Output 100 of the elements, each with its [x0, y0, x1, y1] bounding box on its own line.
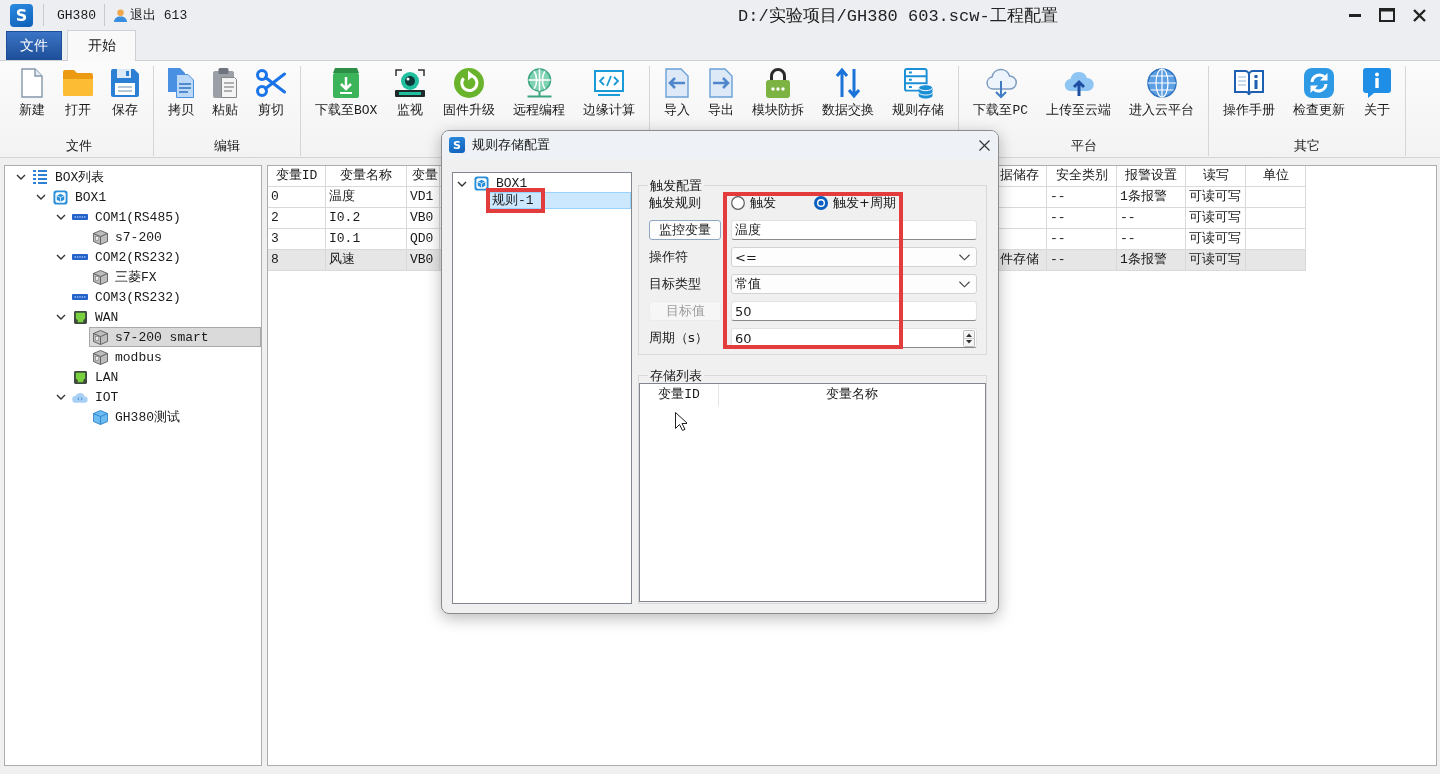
chevron-down-icon[interactable]	[56, 214, 66, 220]
spin-arrows-icon[interactable]	[963, 329, 975, 347]
column-header[interactable]: 变量名称	[719, 384, 985, 406]
tree-item[interactable]: 三菱FX	[89, 267, 162, 287]
chevron-down-icon[interactable]	[56, 254, 66, 260]
dropdown[interactable]: 常值	[731, 274, 977, 294]
close-icon[interactable]	[979, 139, 990, 151]
table-cell	[1246, 208, 1306, 229]
ribbon-button[interactable]: 边缘计算	[574, 66, 645, 118]
tree-item[interactable]: IOT	[69, 387, 124, 407]
ribbon-button[interactable]: 进入云平台	[1120, 66, 1203, 118]
radio-option[interactable]: 触发+周期	[814, 194, 896, 212]
tree-item[interactable]: COM1(RS485)	[69, 207, 186, 227]
radio-option[interactable]: 触发	[731, 194, 776, 212]
ribbon-button[interactable]: 拷贝	[159, 66, 203, 118]
tree-item[interactable]: BOX列表	[29, 167, 110, 187]
spin-box[interactable]: 60	[731, 328, 977, 348]
table-cell: 0	[268, 187, 326, 208]
tree-item[interactable]: LAN	[69, 367, 124, 387]
ribbon-button[interactable]: 关于	[1354, 66, 1400, 118]
cube-icon	[92, 229, 108, 245]
info-bubble-icon	[1363, 68, 1391, 98]
ribbon-button[interactable]: 远程编程	[504, 66, 575, 118]
ribbon-button[interactable]: 模块防拆	[743, 66, 814, 118]
chevron-down-icon[interactable]	[36, 194, 46, 200]
tree-item[interactable]: GH380测试	[89, 407, 185, 427]
table-cell	[1246, 187, 1306, 208]
ribbon-button[interactable]: 上传至云端	[1037, 66, 1120, 118]
cube-icon	[92, 269, 108, 285]
book-icon	[1234, 70, 1264, 96]
dropdown[interactable]: <=	[731, 247, 977, 267]
cloud-icon	[72, 391, 88, 403]
serial-port-icon	[72, 294, 88, 300]
ribbon-button[interactable]: 固件升级	[434, 66, 505, 118]
ribbon-tab[interactable]: 开始	[67, 30, 136, 61]
ribbon-button[interactable]: 粘贴	[203, 66, 247, 118]
cube-badge-icon	[473, 176, 489, 191]
ribbon-button[interactable]: 导入	[655, 66, 700, 118]
serial-port-icon	[72, 254, 88, 260]
column-header[interactable]: 变量名称	[326, 166, 407, 187]
tree-item[interactable]: s7-200 smart	[89, 327, 261, 347]
field-label: 触发规则	[649, 194, 702, 212]
table-cell: 1条报警	[1117, 250, 1186, 271]
window-title: D:/实验项目/GH380 603.scw-工程配置	[738, 5, 1058, 27]
column-header[interactable]: 变量ID	[268, 166, 326, 187]
maximize-icon[interactable]	[1379, 8, 1395, 22]
tree-item[interactable]: modbus	[89, 347, 167, 367]
tree-item[interactable]: BOX1	[470, 175, 533, 192]
tree-item[interactable]: WAN	[69, 307, 124, 327]
column-header[interactable]: 报警设置	[1117, 166, 1186, 187]
table-cell: 风速	[326, 250, 407, 271]
ribbon-button[interactable]: 下载至PC	[964, 66, 1037, 118]
ribbon-button[interactable]: 剪切	[247, 66, 295, 118]
ribbon-button[interactable]: 操作手册	[1214, 66, 1284, 118]
webcam-icon	[395, 69, 426, 97]
ethernet-port-icon	[73, 370, 87, 384]
radio-icon[interactable]	[731, 196, 745, 210]
table-cell: 可读可写	[1186, 208, 1246, 229]
column-header[interactable]: 安全类别	[1047, 166, 1117, 187]
minimize-icon[interactable]	[1349, 13, 1361, 17]
network-globe-icon	[526, 68, 552, 98]
tree-item[interactable]: BOX1	[49, 187, 112, 207]
chevron-down-icon[interactable]	[56, 394, 66, 400]
column-header[interactable]: 单位	[1246, 166, 1306, 187]
ribbon-button[interactable]: 监视	[386, 66, 435, 118]
ribbon-button[interactable]: 检查更新	[1284, 66, 1354, 118]
column-header[interactable]: 变量ID	[640, 384, 719, 406]
table-cell: VD1	[407, 187, 440, 208]
padlock-icon	[766, 68, 791, 98]
ribbon-button[interactable]: 打开	[54, 66, 102, 118]
table-cell: --	[1047, 250, 1117, 271]
ribbon-button[interactable]: 下载至BOX	[306, 66, 387, 118]
column-header[interactable]: 读写	[1186, 166, 1246, 187]
tree-item[interactable]: s7-200	[89, 227, 167, 247]
menu-tab[interactable]: 文件	[6, 31, 62, 60]
ribbon-button[interactable]: 数据交换	[813, 66, 884, 118]
chevron-down-icon[interactable]	[959, 253, 970, 261]
ribbon-button[interactable]: 保存	[102, 66, 148, 118]
tree-item[interactable]: COM2(RS232)	[69, 247, 186, 267]
field-button[interactable]: 监控变量	[649, 220, 721, 240]
text-field[interactable]: 温度	[731, 220, 977, 240]
ribbon-button[interactable]: 规则存储	[883, 66, 954, 118]
tree-item[interactable]: COM3(RS232)	[69, 287, 186, 307]
chevron-down-icon[interactable]	[56, 314, 66, 320]
chevron-down-icon[interactable]	[16, 174, 26, 180]
logout-link[interactable]: 退出 613	[114, 6, 188, 24]
app-logo: S	[10, 3, 33, 27]
field-label: 目标类型	[649, 275, 702, 293]
column-header[interactable]: 变量	[407, 166, 440, 187]
cube-icon	[92, 409, 108, 425]
ribbon-button[interactable]: 新建	[10, 66, 54, 118]
refresh-icon	[454, 68, 485, 98]
text-field[interactable]: 50	[731, 301, 977, 321]
radio-checked-icon[interactable]	[814, 196, 828, 210]
chevron-down-icon[interactable]	[959, 280, 970, 288]
ribbon-button[interactable]: 导出	[699, 66, 744, 118]
chevron-down-icon[interactable]	[457, 180, 467, 187]
field-label: 操作符	[649, 248, 689, 266]
dialog-title: 规则存储配置	[472, 136, 550, 154]
close-icon[interactable]	[1412, 8, 1426, 22]
